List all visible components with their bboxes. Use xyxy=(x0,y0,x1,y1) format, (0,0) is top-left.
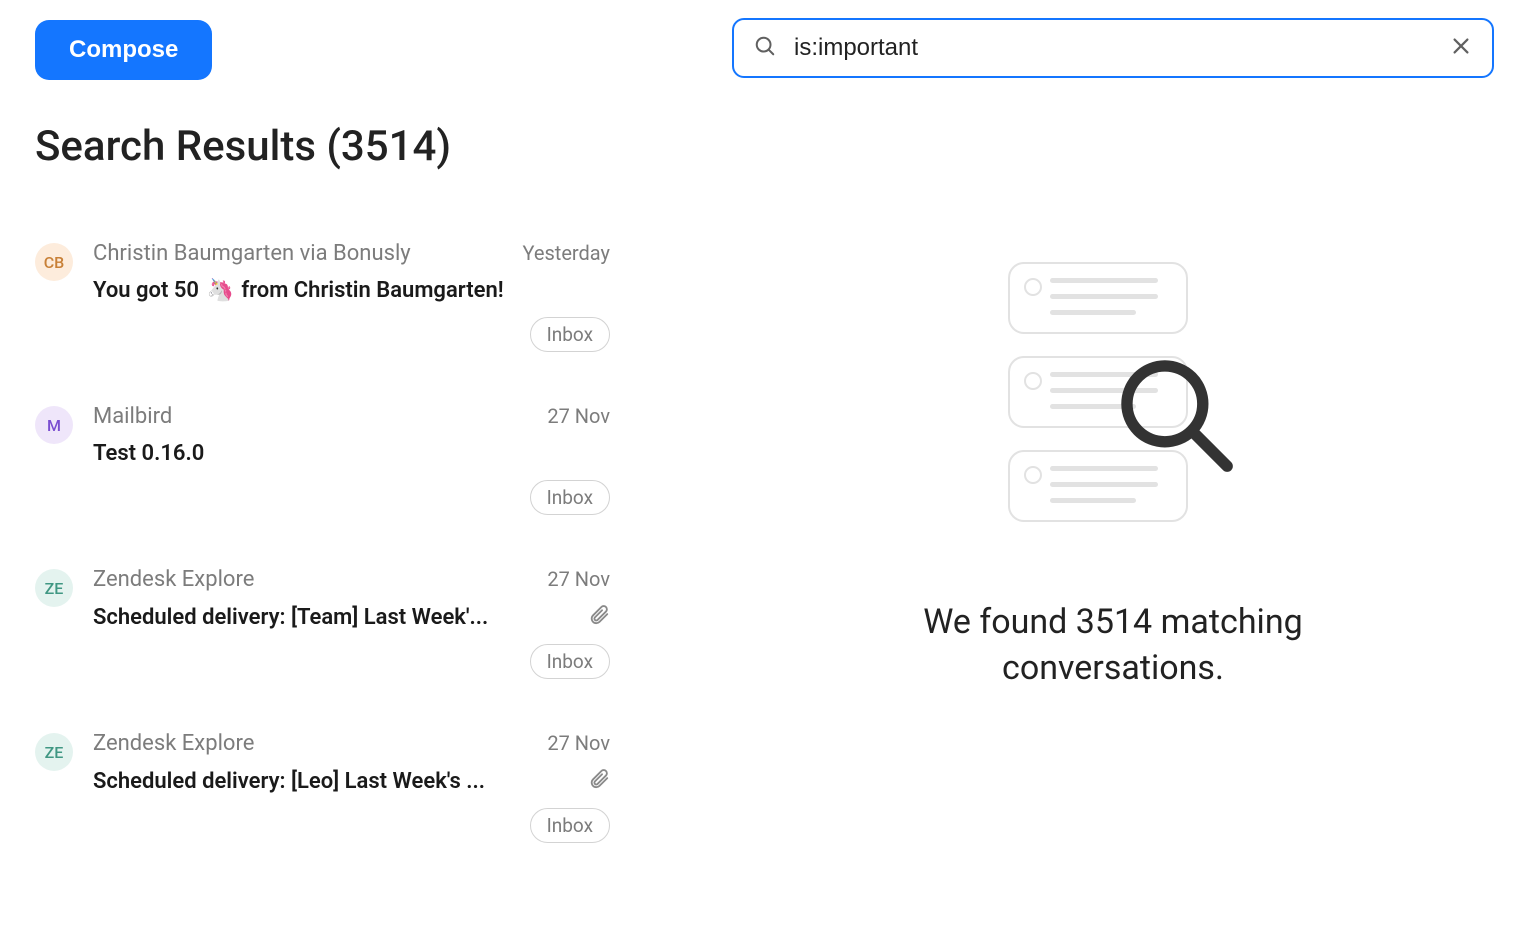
subject-suffix: from Christin Baumgarten! xyxy=(236,278,504,303)
folder-label: Inbox xyxy=(530,808,610,843)
clear-search-button[interactable] xyxy=(1446,31,1476,65)
avatar-initials: ZE xyxy=(45,743,64,762)
sender-avatar: CB xyxy=(35,243,73,281)
email-subject: Scheduled delivery: [Team] Last Week'... xyxy=(93,605,580,630)
folder-label: Inbox xyxy=(530,480,610,515)
results-title: Search Results (3514) xyxy=(35,122,610,171)
email-date: Yesterday xyxy=(522,241,610,265)
sender-name: Zendesk Explore xyxy=(93,567,254,592)
sender-avatar: ZE xyxy=(35,733,73,771)
folder-label: Inbox xyxy=(530,644,610,679)
results-summary-panel: We found 3514 matching conversations. xyxy=(732,78,1494,936)
compose-button[interactable]: Compose xyxy=(35,20,212,80)
search-input[interactable] xyxy=(792,33,1430,63)
sender-avatar: ZE xyxy=(35,569,73,607)
email-subject: You got 50 🦄 from Christin Baumgarten! xyxy=(93,278,610,303)
email-subject: Test 0.16.0 xyxy=(93,441,610,466)
right-panel: We found 3514 matching conversations. xyxy=(632,0,1536,936)
email-item[interactable]: CB Christin Baumgarten via Bonusly Yeste… xyxy=(35,241,610,352)
email-date: 27 Nov xyxy=(547,404,610,428)
email-list: CB Christin Baumgarten via Bonusly Yeste… xyxy=(35,241,610,843)
avatar-initials: CB xyxy=(44,253,65,272)
subject-prefix: You got 50 xyxy=(93,278,204,303)
results-summary-text: We found 3514 matching conversations. xyxy=(853,600,1373,692)
magnifier-icon xyxy=(1108,347,1238,481)
email-date: 27 Nov xyxy=(547,731,610,755)
sender-avatar: M xyxy=(35,406,73,444)
avatar-initials: ZE xyxy=(45,579,64,598)
attachment-icon xyxy=(588,768,610,794)
results-illustration xyxy=(1008,262,1218,552)
search-bar[interactable] xyxy=(732,18,1494,78)
subject-prefix: Scheduled delivery: [Team] Last Week'... xyxy=(93,605,488,630)
sender-name: Zendesk Explore xyxy=(93,731,254,756)
folder-label: Inbox xyxy=(530,317,610,352)
search-icon xyxy=(754,35,776,61)
subject-prefix: Test 0.16.0 xyxy=(93,441,204,466)
subject-emoji: 🦄 xyxy=(206,278,233,303)
avatar-initials: M xyxy=(47,416,61,435)
left-panel: Compose Search Results (3514) CB Christi… xyxy=(0,0,632,936)
sender-name: Christin Baumgarten via Bonusly xyxy=(93,241,411,266)
email-item[interactable]: M Mailbird 27 Nov Test 0.16.0 Inbox xyxy=(35,404,610,515)
close-icon xyxy=(1450,33,1472,63)
email-item[interactable]: ZE Zendesk Explore 27 Nov Scheduled deli… xyxy=(35,567,610,679)
attachment-icon xyxy=(588,604,610,630)
subject-prefix: Scheduled delivery: [Leo] Last Week's ..… xyxy=(93,769,485,794)
email-item[interactable]: ZE Zendesk Explore 27 Nov Scheduled deli… xyxy=(35,731,610,843)
sender-name: Mailbird xyxy=(93,404,172,429)
email-date: 27 Nov xyxy=(547,567,610,591)
email-subject: Scheduled delivery: [Leo] Last Week's ..… xyxy=(93,769,580,794)
